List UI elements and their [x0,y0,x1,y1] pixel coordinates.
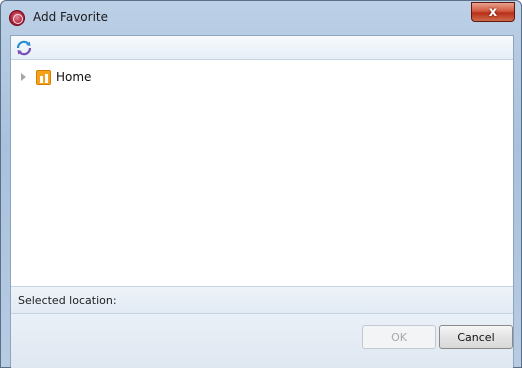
selected-location-label: Selected location: [18,294,117,307]
toolbar [11,36,513,60]
expand-arrow-icon[interactable] [21,73,26,81]
status-bar: Selected location: [11,286,513,314]
cancel-button[interactable]: Cancel [439,325,513,349]
close-icon: x [488,4,498,20]
tree-node-label: Home [56,70,92,84]
home-folder-icon [36,69,51,85]
title-bar[interactable]: Add Favorite x [1,1,521,35]
window-title: Add Favorite [33,10,108,24]
dialog-window: Add Favorite x Home Selected location: O… [0,0,522,368]
refresh-icon[interactable] [15,39,33,57]
dialog-content: Home Selected location: OK Cancel [10,35,514,368]
location-tree[interactable]: Home [11,60,513,286]
close-button[interactable]: x [471,2,515,22]
tree-node-home[interactable]: Home [21,68,91,86]
app-icon [9,10,25,26]
button-bar: OK Cancel [11,314,513,368]
ok-button[interactable]: OK [362,325,436,349]
